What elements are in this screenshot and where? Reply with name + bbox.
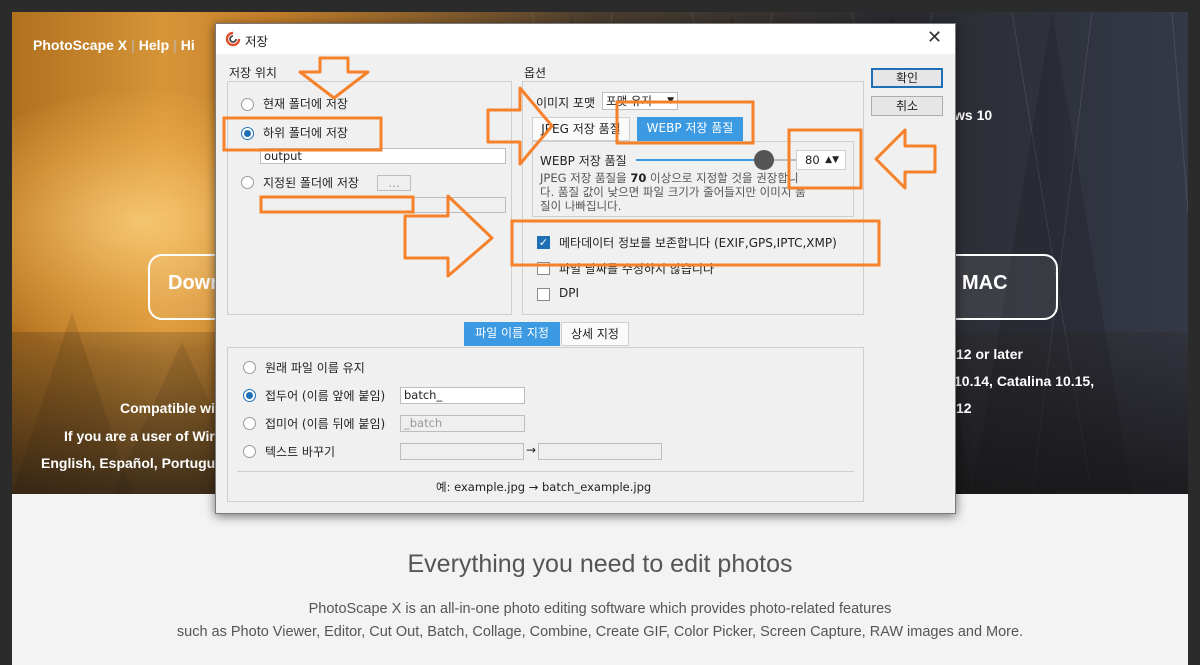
annotation-overlay [222,56,937,278]
arrow-left-icon [874,128,937,190]
highlight-metadata [510,219,881,267]
arrow-down-icon [298,56,370,100]
highlight-quality-value [787,128,863,190]
arrow-right-large-icon [403,194,494,278]
highlight-folder-field [259,195,415,214]
highlight-sub-folder [222,116,383,152]
arrow-right-icon [486,86,554,166]
highlight-webp-tab [615,100,755,145]
